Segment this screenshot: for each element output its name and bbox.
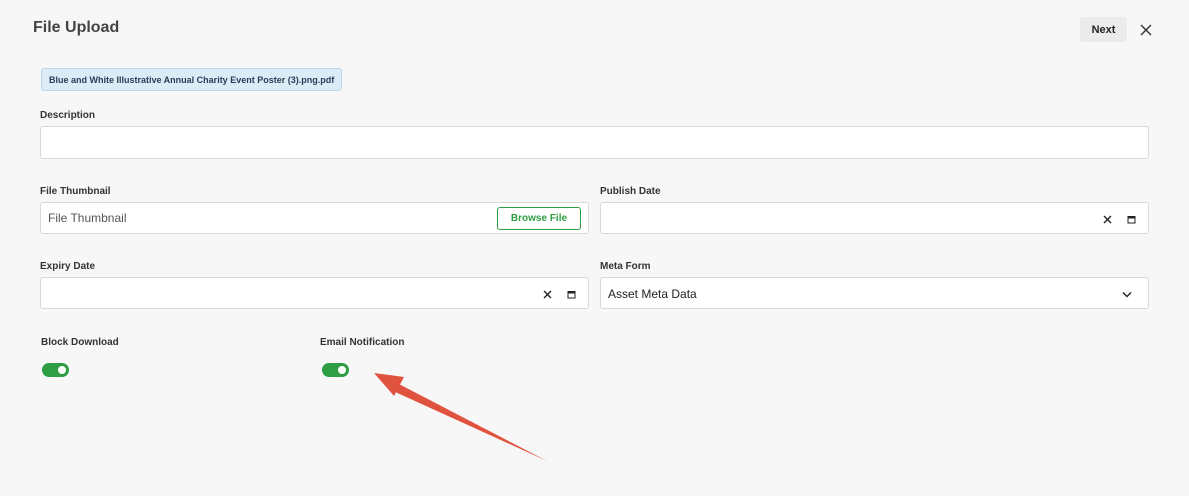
calendar-icon[interactable] [564,287,578,301]
browse-file-button[interactable]: Browse File [497,207,581,230]
description-field[interactable] [40,126,1149,159]
clear-icon[interactable] [1100,212,1114,226]
close-icon[interactable] [1136,20,1156,40]
block-download-toggle[interactable] [42,363,69,377]
dialog-title: File Upload [33,19,120,36]
expiry-date-label: Expiry Date [40,261,96,272]
description-input[interactable] [41,127,1148,158]
next-button[interactable]: Next [1080,17,1127,42]
expiry-date-input[interactable] [41,278,588,308]
meta-form-label: Meta Form [600,261,651,272]
uploaded-file-chip: Blue and White Illustrative Annual Chari… [41,68,343,91]
meta-form-select[interactable]: Asset Meta Data [600,277,1149,309]
file-upload-dialog: File Upload Next Blue and White Illustra… [0,0,1189,496]
publish-date-label: Publish Date [600,186,661,197]
email-notification-toggle[interactable] [322,363,349,377]
clear-icon[interactable] [540,287,554,301]
arrow-head [374,373,404,396]
arrow-shaft [393,383,547,461]
publish-date-field[interactable] [600,202,1149,234]
description-label: Description [40,110,96,121]
meta-form-selected-value: Asset Meta Data [608,287,697,301]
expiry-date-field[interactable] [40,277,589,309]
file-thumbnail-field[interactable]: Browse File [40,202,589,234]
publish-date-input[interactable] [601,203,1148,233]
email-notification-label: Email Notification [320,337,405,348]
toggle-knob [58,366,66,374]
calendar-icon[interactable] [1124,212,1138,226]
chevron-down-icon[interactable] [1120,287,1134,301]
file-thumbnail-label: File Thumbnail [40,186,111,197]
toggle-knob [338,366,346,374]
block-download-label: Block Download [41,337,119,348]
